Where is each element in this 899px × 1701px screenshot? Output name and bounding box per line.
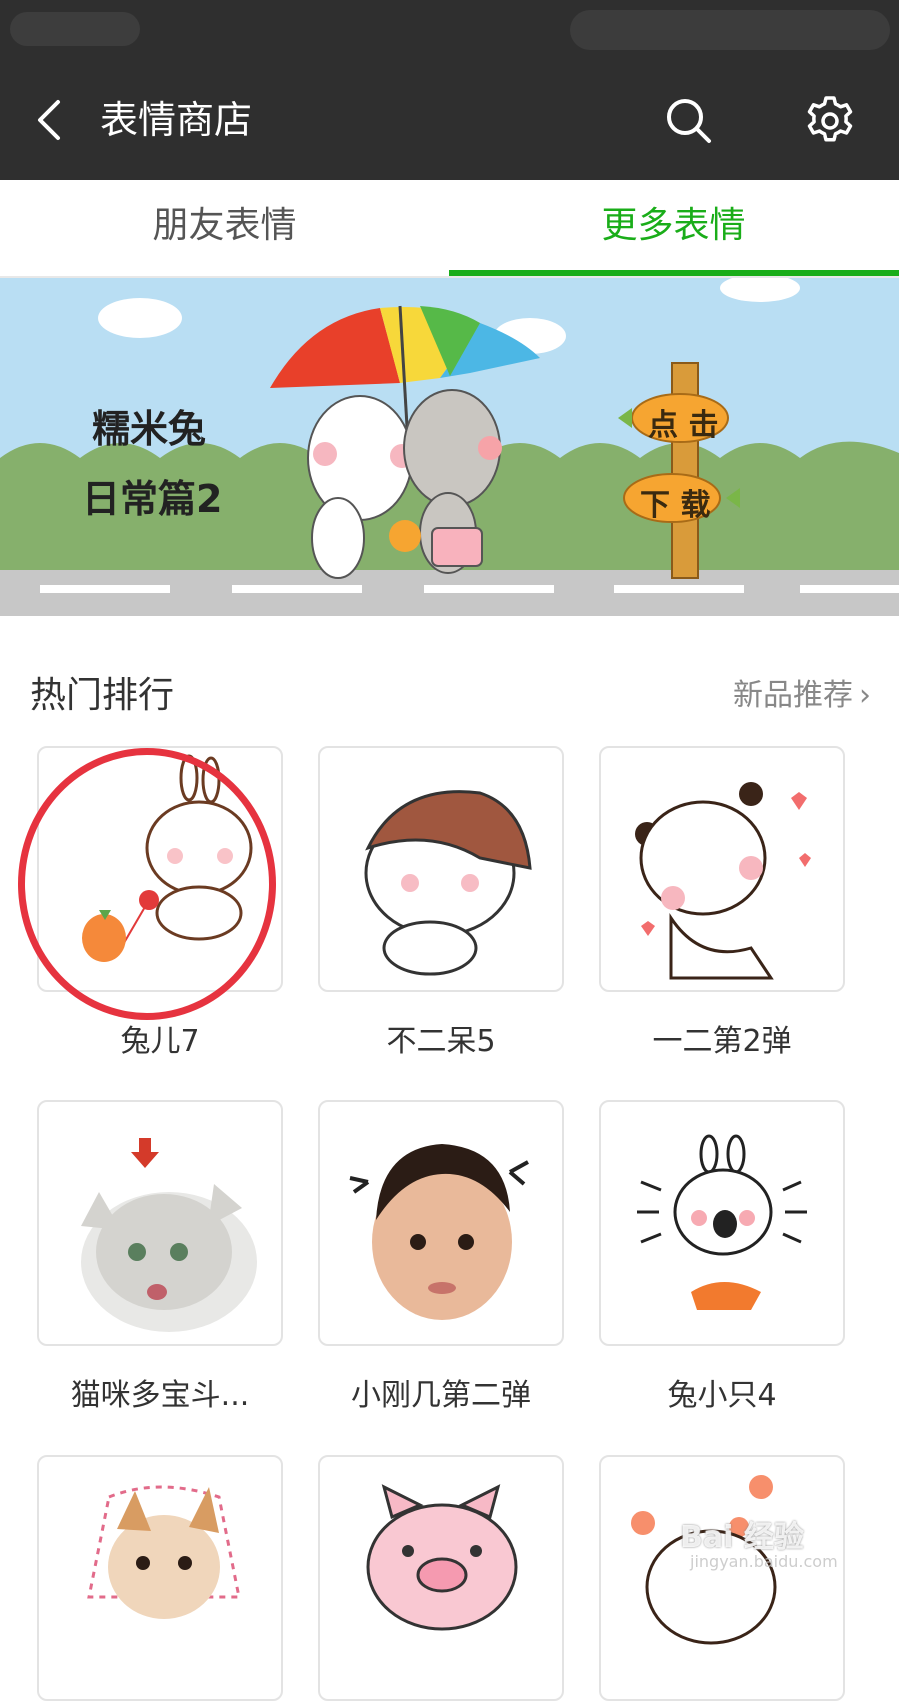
banner-sign-download: 下 载 — [640, 488, 711, 523]
sticker-card-yier-2[interactable] — [599, 746, 845, 992]
banner-sign-click: 点 击 — [648, 408, 719, 443]
new-recommend-link[interactable]: 新品推荐 › — [733, 670, 871, 714]
sticker-thumb-panda — [635, 782, 811, 980]
gear-icon[interactable] — [803, 94, 857, 148]
sticker-label-tuxiaozhi-4: 兔小只4 — [667, 1378, 777, 1413]
sticker-card-tuxiaozhi-4[interactable] — [599, 1100, 845, 1346]
sticker-thumb-pig — [366, 1484, 518, 1631]
status-bar-blurred-left — [10, 12, 140, 46]
sticker-thumb-flower-bear — [631, 1475, 777, 1645]
back-arrow-icon[interactable] — [30, 98, 70, 142]
status-bar — [0, 0, 899, 60]
app-bar: 表情商店 — [0, 60, 899, 180]
sticker-card-buerdai-5[interactable] — [318, 746, 564, 992]
sticker-card-xiaogang-2[interactable] — [318, 1100, 564, 1346]
page-title: 表情商店 — [100, 98, 253, 142]
sticker-thumb-cat-2 — [87, 1485, 241, 1619]
sticker-card-cat-duobao[interactable] — [37, 1100, 283, 1346]
promo-banner[interactable]: 糯米兔 日常篇2 点 击 下 载 — [0, 278, 899, 616]
section-header: 热门排行 新品推荐 › — [0, 648, 899, 738]
sticker-thumb-baby — [349, 1144, 529, 1320]
sticker-label-rabbit-7: 兔儿7 — [120, 1024, 200, 1059]
sticker-card-flower-bear[interactable] — [599, 1455, 845, 1701]
sticker-thumb-laughing-rabbit — [637, 1134, 807, 1310]
banner-title: 糯米兔 — [92, 407, 207, 451]
tab-friend-stickers[interactable]: 朋友表情 — [0, 180, 449, 276]
sticker-card-rabbit-7[interactable] — [37, 746, 283, 992]
banner-subtitle: 日常篇2 — [82, 477, 223, 521]
section-title: 热门排行 — [30, 675, 175, 716]
chevron-right-icon: › — [859, 678, 871, 713]
sticker-label-buerdai-5: 不二呆5 — [386, 1024, 496, 1059]
sticker-thumb-cat — [81, 1138, 257, 1332]
search-icon[interactable] — [664, 96, 714, 146]
sticker-label-cat-duobao: 猫咪多宝斗... — [70, 1378, 250, 1413]
tab-more-stickers[interactable]: 更多表情 — [449, 180, 898, 276]
tab-active-indicator — [449, 270, 899, 276]
sticker-thumb-cap-boy — [364, 790, 532, 976]
sticker-thumb-rabbit — [82, 754, 253, 962]
sticker-label-xiaogang-2: 小刚几第二弹 — [351, 1378, 531, 1413]
watermark-logo: Bai 经验 — [680, 1520, 804, 1555]
status-bar-blurred-right — [570, 10, 890, 50]
sticker-label-yier-2: 一二第2弹 — [652, 1024, 792, 1059]
sticker-card-pig[interactable] — [318, 1455, 564, 1701]
new-recommend-label: 新品推荐 — [733, 678, 853, 713]
watermark-url: jingyan.baidu.com — [690, 1552, 838, 1571]
tab-bar: 朋友表情 更多表情 — [0, 180, 899, 278]
sticker-card-cat-2[interactable] — [37, 1455, 283, 1701]
